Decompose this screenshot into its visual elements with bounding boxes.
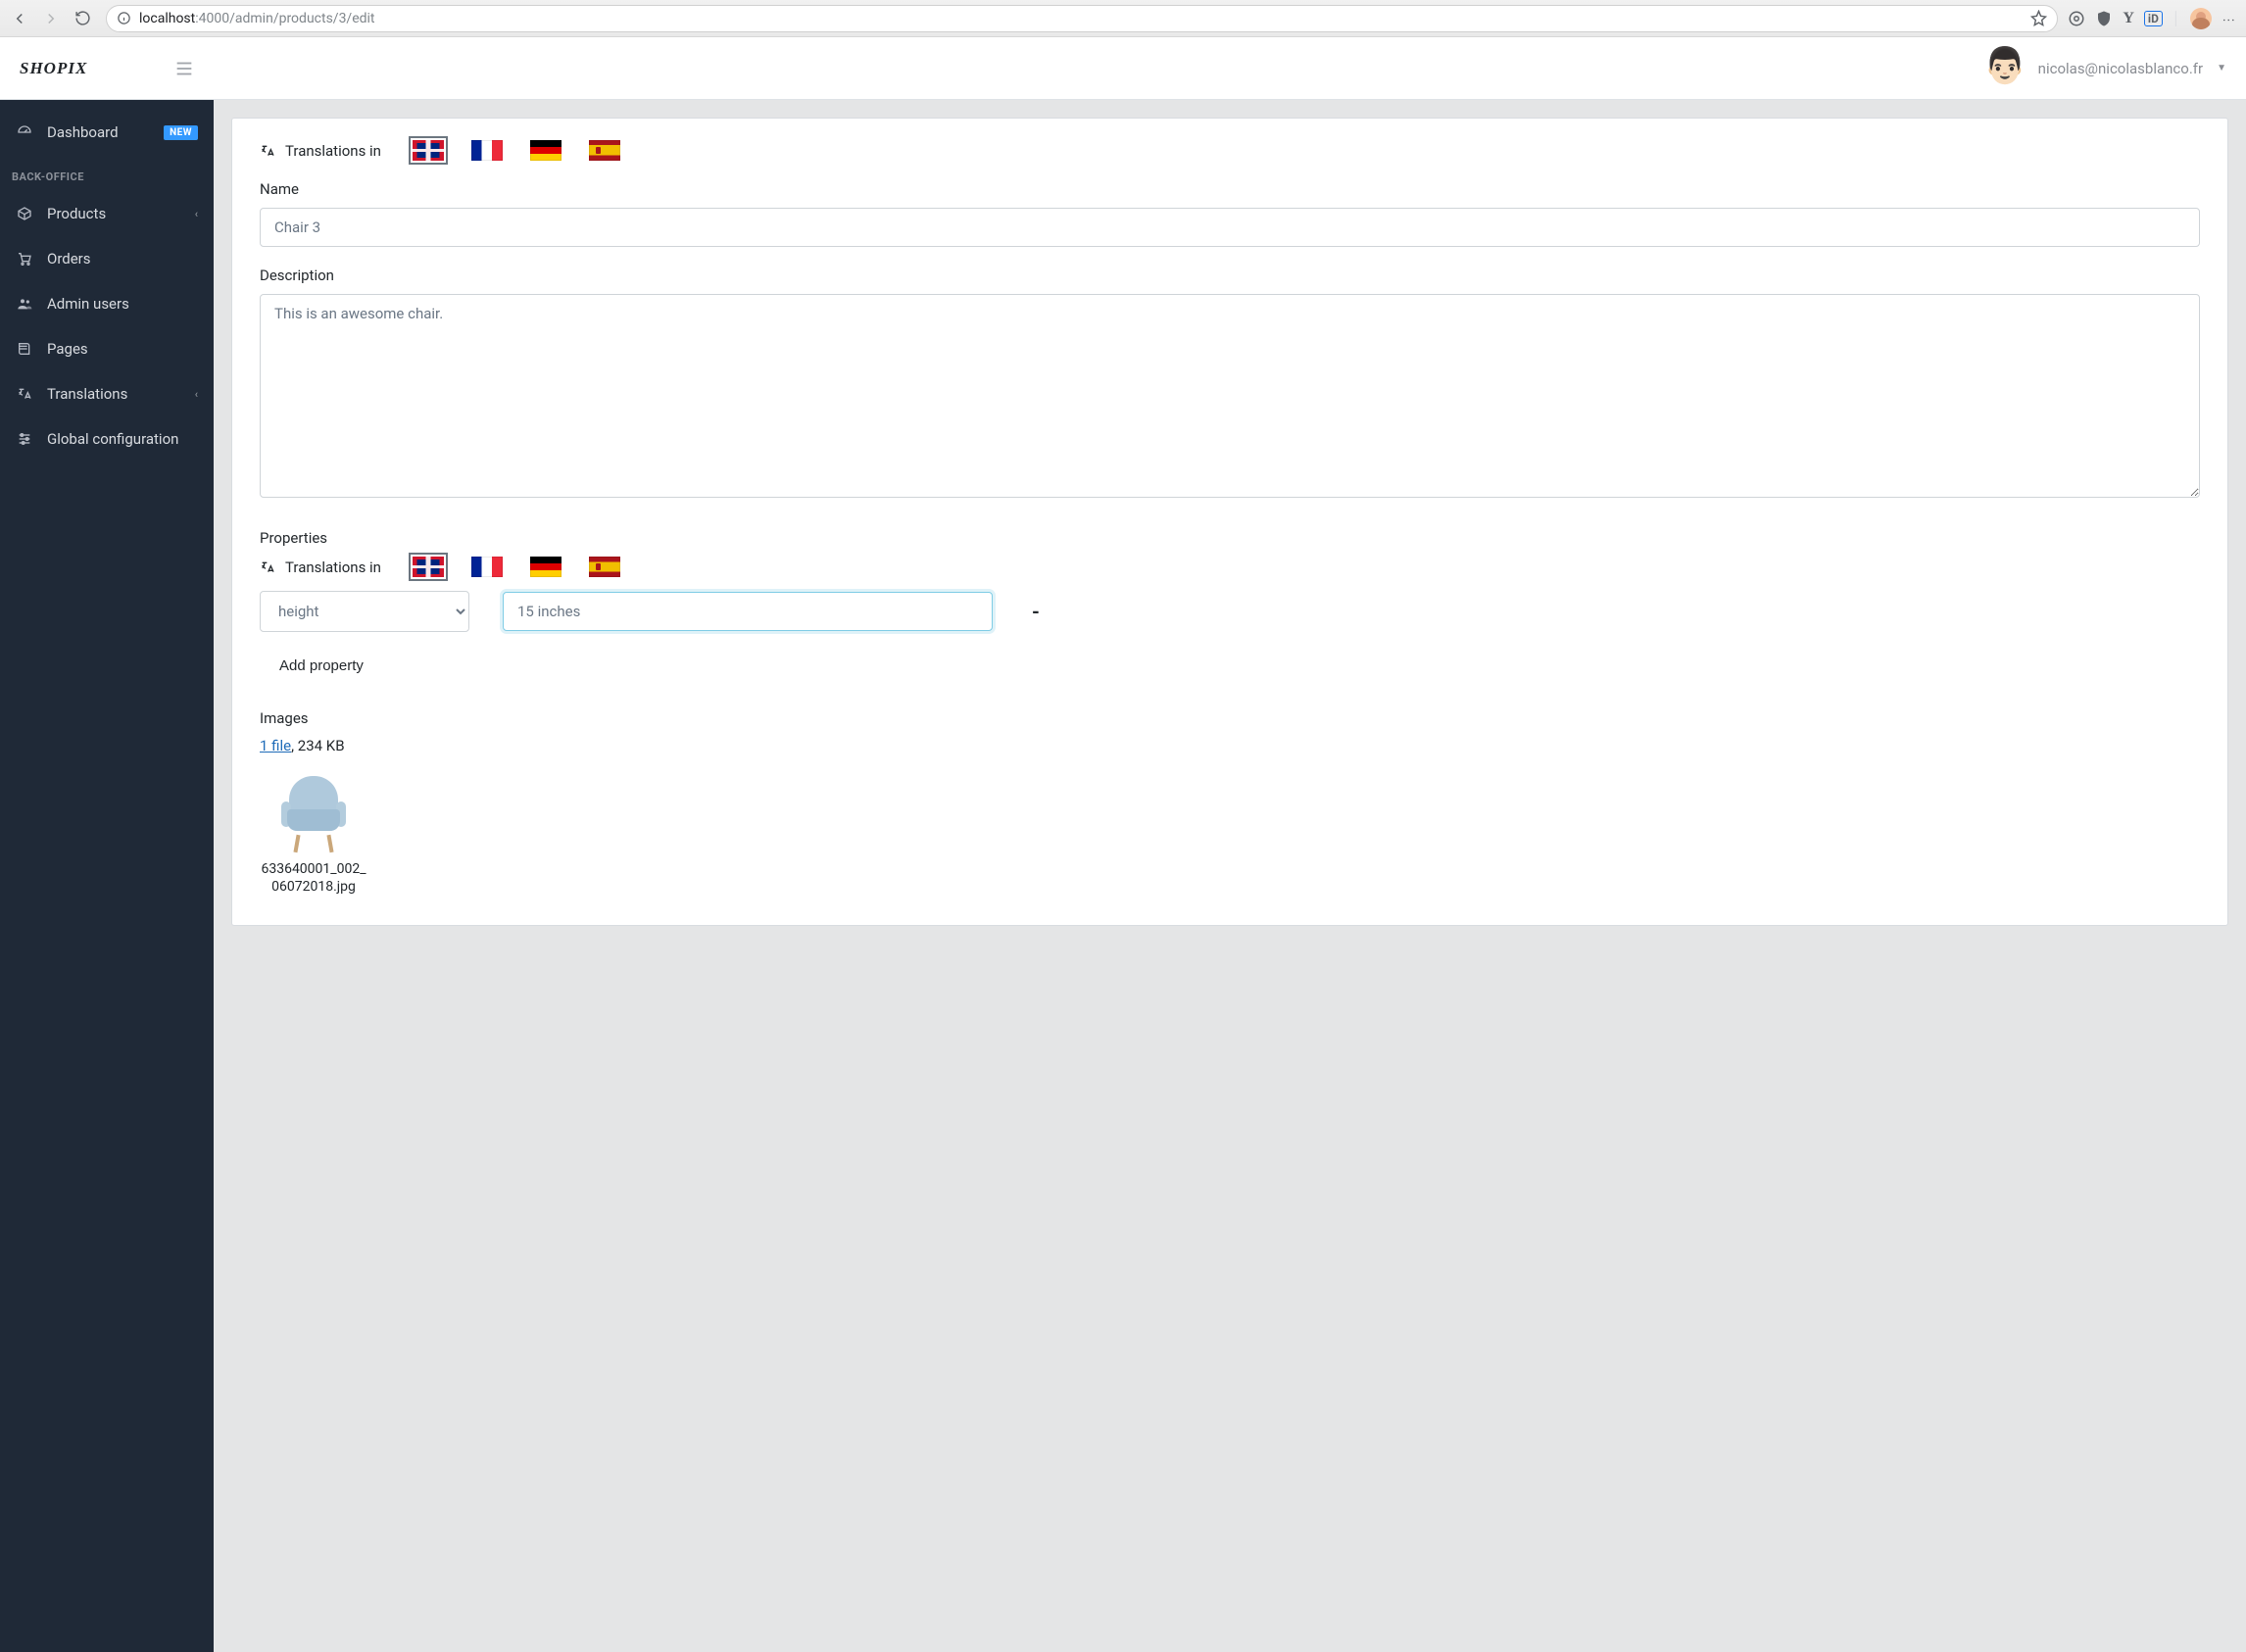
users-icon xyxy=(16,296,33,312)
sidebar-item-label: Pages xyxy=(47,340,88,358)
chevron-left-icon: ‹ xyxy=(195,208,198,220)
sidebar-item-label: Translations xyxy=(47,385,127,403)
url-text: localhost:4000/admin/products/3/edit xyxy=(139,11,375,26)
flag-fr[interactable] xyxy=(471,557,503,577)
info-icon xyxy=(117,11,131,25)
sidebar-item-label: Orders xyxy=(47,250,91,267)
sidebar-item-label: Global configuration xyxy=(47,430,178,448)
chair-image-icon xyxy=(275,776,352,852)
remove-property-button[interactable]: - xyxy=(1026,600,1046,623)
cube-icon xyxy=(16,206,33,221)
translations-row: Translations in xyxy=(260,140,2200,161)
browser-reload-button[interactable] xyxy=(69,5,96,32)
sidebar-item-products[interactable]: Products ‹ xyxy=(0,191,214,236)
sidebar-item-label: Dashboard xyxy=(47,123,119,141)
browser-forward-button[interactable] xyxy=(37,5,65,32)
sidebar: Dashboard NEW BACK-OFFICE Products ‹ Ord… xyxy=(0,100,214,1652)
new-badge: NEW xyxy=(164,125,198,140)
file-size: 234 KB xyxy=(298,737,345,754)
flag-de[interactable] xyxy=(530,140,562,161)
flag-de[interactable] xyxy=(530,557,562,577)
property-row: height - xyxy=(260,591,2200,632)
file-link[interactable]: 1 file xyxy=(260,737,291,754)
browser-back-button[interactable] xyxy=(6,5,33,32)
form-card: Translations in Name Description Propert… xyxy=(231,118,2228,926)
user-avatar: 👨🏻 xyxy=(1983,48,2025,89)
caret-down-icon: ▼ xyxy=(2217,63,2226,73)
user-menu[interactable]: 👨🏻 nicolas@nicolasblanco.fr ▼ xyxy=(1983,48,2226,89)
cart-icon xyxy=(16,251,33,267)
ext-shield-icon[interactable] xyxy=(2095,10,2113,27)
ext-brush-icon[interactable]: Y xyxy=(2123,10,2134,27)
name-input[interactable] xyxy=(260,208,2200,247)
images-label: Images xyxy=(260,709,2200,727)
speedometer-icon xyxy=(16,124,33,140)
properties-label: Properties xyxy=(260,529,2200,547)
flag-es[interactable] xyxy=(589,140,620,161)
ext-info-icon[interactable] xyxy=(2068,10,2085,27)
images-file-info: 1 file, 234 KB xyxy=(260,737,2200,754)
user-email: nicolas@nicolasblanco.fr xyxy=(2038,60,2203,77)
star-icon[interactable] xyxy=(2030,10,2047,26)
address-bar[interactable]: localhost:4000/admin/products/3/edit xyxy=(106,5,2058,32)
main-content: Translations in Name Description Propert… xyxy=(214,100,2246,1652)
flag-fr[interactable] xyxy=(471,140,503,161)
property-value-input[interactable] xyxy=(503,592,993,631)
sidebar-item-translations[interactable]: Translations ‹ xyxy=(0,371,214,416)
translate-icon xyxy=(260,143,275,159)
sidebar-item-dashboard[interactable]: Dashboard NEW xyxy=(0,110,214,155)
browser-toolbar: localhost:4000/admin/products/3/edit Y i… xyxy=(0,0,2246,37)
sidebar-item-global-config[interactable]: Global configuration xyxy=(0,416,214,462)
sidebar-item-label: Products xyxy=(47,205,106,222)
flag-en[interactable] xyxy=(413,557,444,577)
book-icon xyxy=(16,341,33,357)
image-thumbnails: 633640001_002_06072018.jpg xyxy=(260,776,2200,896)
description-textarea[interactable] xyxy=(260,294,2200,498)
sidebar-item-label: Admin users xyxy=(47,295,129,313)
sidebar-toggle-button[interactable] xyxy=(173,58,195,79)
flag-es[interactable] xyxy=(589,557,620,577)
ext-id-icon[interactable]: iD xyxy=(2144,11,2163,26)
image-thumbnail[interactable]: 633640001_002_06072018.jpg xyxy=(260,776,367,896)
name-label: Name xyxy=(260,180,2200,198)
browser-menu-button[interactable]: ⋮ xyxy=(2222,14,2234,23)
sidebar-item-pages[interactable]: Pages xyxy=(0,326,214,371)
add-property-button[interactable]: Add property xyxy=(260,650,364,682)
translations-row-properties: Translations in xyxy=(260,557,2200,577)
sidebar-item-orders[interactable]: Orders xyxy=(0,236,214,281)
translations-label: Translations in xyxy=(285,559,381,576)
sidebar-item-admin-users[interactable]: Admin users xyxy=(0,281,214,326)
app-logo[interactable]: SHOPIX xyxy=(20,59,87,78)
flag-en[interactable] xyxy=(413,140,444,161)
chevron-left-icon: ‹ xyxy=(195,388,198,401)
app-topbar: SHOPIX 👨🏻 nicolas@nicolasblanco.fr ▼ xyxy=(0,37,2246,100)
description-label: Description xyxy=(260,267,2200,284)
property-key-select[interactable]: height xyxy=(260,591,469,632)
translate-icon xyxy=(16,386,33,402)
sidebar-section-header: BACK-OFFICE xyxy=(0,155,214,191)
translate-icon xyxy=(260,559,275,575)
browser-profile-avatar[interactable] xyxy=(2190,8,2212,29)
sliders-icon xyxy=(16,431,33,447)
thumbnail-filename: 633640001_002_06072018.jpg xyxy=(260,860,367,896)
translations-label: Translations in xyxy=(285,142,381,160)
